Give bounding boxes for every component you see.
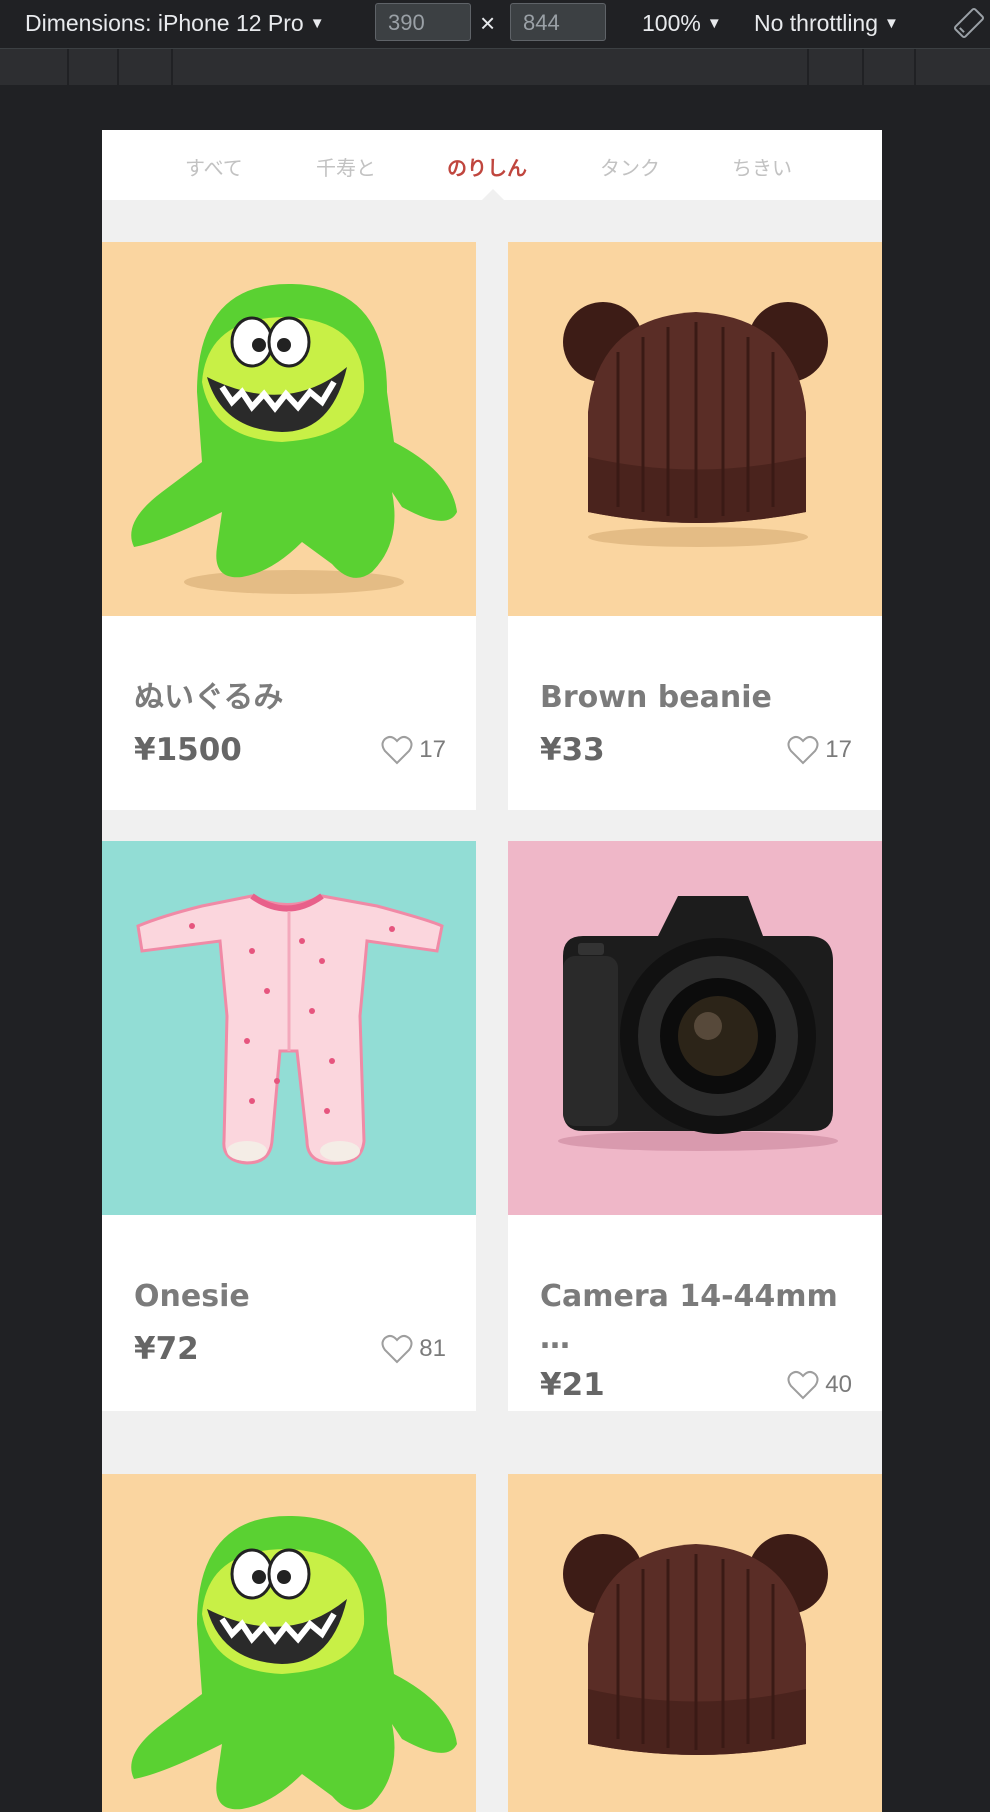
rotate-icon[interactable] bbox=[952, 6, 986, 40]
like-button[interactable]: 17 bbox=[381, 732, 446, 768]
green-plush-monster-icon bbox=[131, 283, 457, 594]
media-query-bar bbox=[0, 49, 990, 85]
product-card[interactable]: Brown beanie ¥33 17 bbox=[508, 242, 882, 810]
dslr-camera-icon bbox=[558, 896, 838, 1151]
throttling-label: No throttling bbox=[754, 10, 879, 36]
dimension-separator: × bbox=[480, 8, 496, 38]
category-tab-bar: すべて 千寿と のりしん タンク ちきい bbox=[102, 130, 882, 200]
brown-beanie-hat-icon bbox=[563, 302, 828, 547]
brown-beanie-hat-icon bbox=[563, 1534, 828, 1755]
devtools-device-toolbar: Dimensions: iPhone 12 Pro ▼ 390 × 844 100… bbox=[0, 0, 990, 49]
height-input[interactable]: 844 bbox=[510, 3, 606, 41]
like-button[interactable]: 17 bbox=[787, 732, 852, 768]
like-count: 17 bbox=[825, 736, 852, 763]
like-count: 40 bbox=[825, 1371, 852, 1398]
product-card[interactable]: ぬいぐるみ ¥1500 17 bbox=[102, 242, 476, 810]
active-tab-indicator bbox=[482, 189, 504, 200]
zoom-label: 100% bbox=[642, 10, 701, 36]
product-name: Brown beanie bbox=[540, 680, 772, 715]
product-name: Onesie bbox=[134, 1279, 250, 1314]
product-price: ¥21 bbox=[540, 1367, 605, 1403]
product-image-plush bbox=[102, 1474, 476, 1812]
tab-all[interactable]: すべて bbox=[185, 148, 243, 188]
like-button[interactable]: 40 bbox=[787, 1367, 852, 1403]
zoom-selector[interactable]: 100% ▼ bbox=[642, 0, 722, 46]
green-plush-monster-icon bbox=[131, 1515, 457, 1810]
tab-senju[interactable]: 千寿と bbox=[316, 148, 376, 188]
ruler-divider bbox=[914, 49, 916, 85]
heart-icon bbox=[787, 735, 819, 765]
caret-down-icon: ▼ bbox=[884, 15, 899, 32]
product-name: ぬいぐるみ bbox=[134, 680, 284, 715]
width-input[interactable]: 390 bbox=[375, 3, 471, 41]
device-selector[interactable]: Dimensions: iPhone 12 Pro ▼ bbox=[25, 0, 325, 46]
product-image-beanie bbox=[508, 1474, 882, 1812]
ruler-divider bbox=[171, 49, 173, 85]
heart-icon bbox=[381, 735, 413, 765]
tab-norishin[interactable]: のりしん bbox=[447, 148, 527, 188]
product-price: ¥72 bbox=[134, 1331, 199, 1367]
tab-chikii[interactable]: ちきい bbox=[732, 148, 792, 188]
device-viewport: すべて 千寿と のりしん タンク ちきい ぬいぐるみ ¥1500 17 Brow… bbox=[102, 130, 882, 1812]
product-card[interactable] bbox=[102, 1474, 476, 1812]
product-image-beanie bbox=[508, 242, 882, 616]
product-card[interactable]: Onesie ¥72 81 bbox=[102, 841, 476, 1411]
heart-icon bbox=[787, 1370, 819, 1400]
product-image-camera bbox=[508, 841, 882, 1215]
tab-tank[interactable]: タンク bbox=[600, 148, 660, 188]
ruler-divider bbox=[117, 49, 119, 85]
like-button[interactable]: 81 bbox=[381, 1331, 446, 1367]
caret-down-icon: ▼ bbox=[309, 15, 325, 32]
product-price: ¥1500 bbox=[134, 732, 242, 768]
product-price: ¥33 bbox=[540, 732, 605, 768]
ruler-divider bbox=[67, 49, 69, 85]
caret-down-icon: ▼ bbox=[706, 15, 722, 32]
like-count: 17 bbox=[419, 736, 446, 763]
product-card[interactable] bbox=[508, 1474, 882, 1812]
device-selector-label: Dimensions: iPhone 12 Pro bbox=[25, 10, 304, 36]
like-count: 81 bbox=[419, 1335, 446, 1362]
product-name: Camera 14-44mm … bbox=[540, 1279, 838, 1356]
ruler-divider bbox=[862, 49, 864, 85]
pink-onesie-icon bbox=[136, 893, 444, 1165]
throttling-selector[interactable]: No throttling ▼ bbox=[754, 0, 899, 46]
heart-icon bbox=[381, 1334, 413, 1364]
product-image-plush bbox=[102, 242, 476, 616]
product-image-onesie bbox=[102, 841, 476, 1215]
product-card[interactable]: Camera 14-44mm … ¥21 40 bbox=[508, 841, 882, 1411]
ruler-divider bbox=[807, 49, 809, 85]
